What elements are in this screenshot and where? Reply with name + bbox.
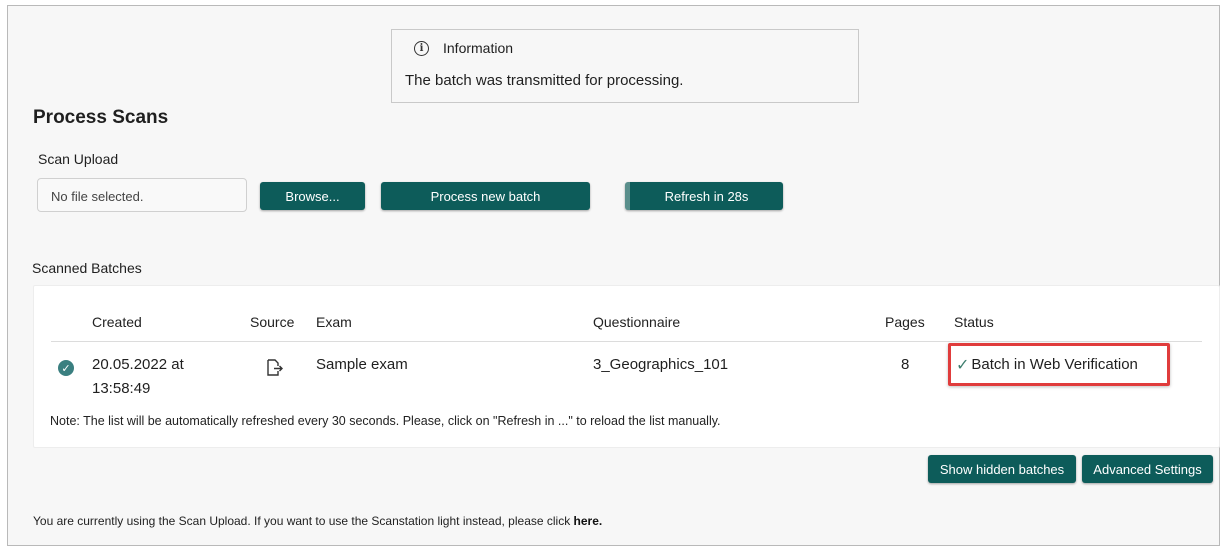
pages-cell: 8 [901, 356, 910, 373]
information-panel: i Information The batch was transmitted … [391, 29, 859, 103]
created-time: 13:58:49 [92, 380, 151, 397]
browse-button[interactable]: Browse... [260, 182, 365, 210]
header-divider [51, 341, 1202, 342]
column-header-pages: Pages [885, 314, 925, 330]
exam-cell: Sample exam [316, 356, 408, 373]
footer-message: You are currently using the Scan Upload.… [33, 514, 602, 528]
created-date: 20.05.2022 at [92, 356, 184, 373]
column-header-exam: Exam [316, 314, 352, 330]
status-cell: ✓ Batch in Web Verification [948, 343, 1170, 386]
checkmark-icon: ✓ [956, 356, 970, 374]
refresh-note: Note: The list will be automatically ref… [50, 414, 721, 428]
created-cell: 20.05.2022 at 13:58:49 [92, 353, 184, 401]
check-circle-icon: ✓ [58, 360, 74, 376]
info-icon: i [414, 40, 429, 56]
status-text: Batch in Web Verification [971, 356, 1138, 373]
column-header-source: Source [250, 314, 295, 330]
batches-table: Created Source Exam Questionnaire Pages … [33, 285, 1220, 448]
column-header-created: Created [92, 314, 142, 330]
file-select-field[interactable]: No file selected. [37, 178, 247, 212]
footer-text: You are currently using the Scan Upload.… [33, 514, 574, 528]
advanced-settings-button[interactable]: Advanced Settings [1082, 455, 1213, 483]
process-new-batch-button[interactable]: Process new batch [381, 182, 590, 210]
information-title: Information [443, 40, 514, 56]
information-message: The batch was transmitted for processing… [405, 72, 684, 89]
upload-source-icon [267, 359, 283, 376]
questionnaire-cell: 3_Geographics_101 [593, 356, 729, 373]
refresh-button[interactable]: Refresh in 28s [625, 182, 783, 210]
column-header-status: Status [954, 314, 994, 330]
page-title: Process Scans [33, 107, 169, 128]
information-header: i Information [414, 40, 513, 56]
scan-upload-label: Scan Upload [38, 151, 119, 167]
column-header-questionnaire: Questionnaire [593, 314, 681, 330]
scanned-batches-label: Scanned Batches [32, 260, 142, 276]
scanstation-link[interactable]: here. [574, 514, 603, 528]
show-hidden-batches-button[interactable]: Show hidden batches [928, 455, 1076, 483]
